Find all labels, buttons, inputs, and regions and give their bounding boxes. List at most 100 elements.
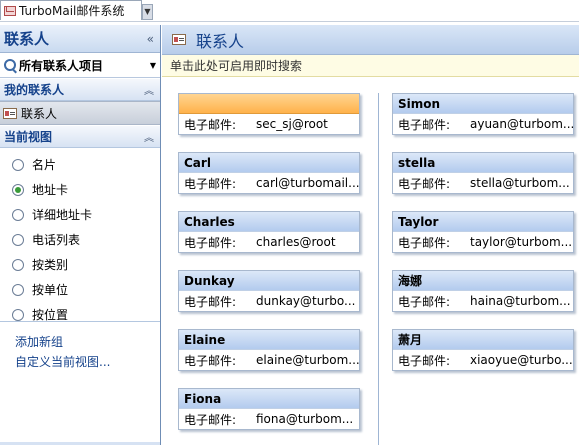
view-option[interactable]: 地址卡 <box>0 177 160 202</box>
view-option[interactable]: 详细地址卡 <box>0 202 160 227</box>
contact-card[interactable]: stella 电子邮件: stella@turbom... <box>392 152 574 194</box>
sidebar-item-label: 联系人 <box>21 106 58 121</box>
view-option-label: 名片 <box>32 158 57 172</box>
email-value: stella@turbom... <box>470 176 570 190</box>
chevron-up-icon[interactable]: ︽ <box>144 82 154 97</box>
app-tab[interactable]: TurboMail邮件系统 <box>0 0 142 20</box>
navigation-pane-header: 联系人 « <box>0 25 160 53</box>
contact-name[interactable] <box>179 94 359 114</box>
current-view-title: 当前视图 <box>4 130 53 144</box>
contact-email-row: 电子邮件: taylor@turbom... <box>393 232 573 252</box>
contact-card[interactable]: Taylor 电子邮件: taylor@turbom... <box>392 211 574 253</box>
title-tab-bar: TurboMail邮件系统 ▼ <box>0 0 579 22</box>
contact-name[interactable]: Carl <box>179 153 359 173</box>
radio-button[interactable] <box>12 233 24 246</box>
email-label: 电子邮件: <box>398 353 451 368</box>
view-list: 名片 地址卡 详细地址卡 电话列表 按类别 按单位 按位置 <box>0 148 160 322</box>
contact-card[interactable]: 海娜电子邮件: haina@turbom... <box>392 270 574 312</box>
email-value: dunkay@turbo... <box>256 294 356 308</box>
contacts-pane: 联系人 单击此处可启用即时搜索 电子邮件: sec_sj@root Carl 电子邮件… <box>162 25 579 445</box>
email-label: 电子邮件: <box>398 176 451 191</box>
view-option[interactable]: 按类别 <box>0 252 160 277</box>
page-title: 联系人 <box>196 31 245 51</box>
my-contacts-title: 我的联系人 <box>4 83 65 97</box>
contact-card[interactable]: 萧月电子邮件: xiaoyue@turbo... <box>392 329 574 371</box>
contact-email-row: 电子邮件: xiaoyue@turbo... <box>393 350 573 370</box>
contact-email-row: 电子邮件: sec_sj@root <box>179 114 359 134</box>
address-card-view: 电子邮件: sec_sj@root Carl 电子邮件: carl@turbomail.… <box>162 78 579 445</box>
view-option-label: 详细地址卡 <box>32 208 93 222</box>
pane-header: 联系人 <box>162 25 579 55</box>
my-contacts-section-header[interactable]: 我的联系人 ︽ <box>0 78 160 101</box>
view-option-label: 按类别 <box>32 258 69 272</box>
contact-email-row: 电子邮件: stella@turbom... <box>393 173 573 193</box>
collapse-pane-icon[interactable]: « <box>147 32 154 46</box>
radio-button[interactable] <box>12 183 24 196</box>
contact-name[interactable]: Dunkay <box>179 271 359 291</box>
view-option[interactable]: 电话列表 <box>0 227 160 252</box>
contact-card[interactable]: Fiona 电子邮件: fiona@turbom... <box>178 388 360 430</box>
email-label: 电子邮件: <box>398 294 451 309</box>
radio-button[interactable] <box>12 258 24 271</box>
contact-name[interactable]: Fiona <box>179 389 359 409</box>
contact-email-row: 电子邮件: charles@root <box>179 232 359 252</box>
email-label: 电子邮件: <box>184 412 237 427</box>
email-label: 电子邮件: <box>184 353 237 368</box>
contact-email-row: 电子邮件: carl@turbomail... <box>179 173 359 193</box>
view-option-label: 电话列表 <box>32 233 81 247</box>
contact-name[interactable]: stella <box>393 153 573 173</box>
contact-name[interactable]: Simon <box>393 94 573 114</box>
contact-card[interactable]: Carl 电子邮件: carl@turbomail... <box>178 152 360 194</box>
view-option[interactable]: 名片 <box>0 152 160 177</box>
email-label: 电子邮件: <box>398 235 451 250</box>
email-value: taylor@turbom... <box>470 235 573 249</box>
email-value: carl@turbomail... <box>256 176 359 190</box>
column-divider[interactable] <box>378 93 380 445</box>
add-new-group-link[interactable]: 添加新组 <box>0 332 160 352</box>
mail-icon <box>4 5 16 16</box>
radio-button[interactable] <box>12 308 24 321</box>
contact-name[interactable]: Elaine <box>179 330 359 350</box>
email-value: xiaoyue@turbo... <box>470 353 573 367</box>
radio-button[interactable] <box>12 208 24 221</box>
contact-email-row: 电子邮件: haina@turbom... <box>393 291 573 311</box>
contact-card-icon <box>3 107 17 119</box>
email-value: fiona@turbom... <box>256 412 354 426</box>
email-value: haina@turbom... <box>470 294 571 308</box>
sidebar-links: 添加新组 自定义当前视图... <box>0 322 160 442</box>
view-option-label: 按单位 <box>32 283 69 297</box>
view-option[interactable]: 按单位 <box>0 277 160 302</box>
contact-email-row: 电子邮件: elaine@turbom... <box>179 350 359 370</box>
contact-card[interactable]: Elaine 电子邮件: elaine@turbom... <box>178 329 360 371</box>
contact-name[interactable]: Charles <box>179 212 359 232</box>
contact-card[interactable]: Charles 电子邮件: charles@root <box>178 211 360 253</box>
radio-button[interactable] <box>12 158 24 171</box>
chevron-down-icon[interactable]: ▼ <box>142 4 153 20</box>
contact-card[interactable]: 电子邮件: sec_sj@root <box>178 93 360 135</box>
contact-email-row: 电子邮件: fiona@turbom... <box>179 409 359 429</box>
scope-dropdown[interactable]: 所有联系人项目 ▼ <box>0 53 160 78</box>
navigation-pane: 联系人 « 所有联系人项目 ▼ 我的联系人 ︽ 联系人 当前视图 ︽ 名片地址卡… <box>0 25 161 445</box>
chevron-down-icon[interactable]: ▼ <box>150 61 156 70</box>
contact-email-row: 电子邮件: ayuan@turbom... <box>393 114 573 134</box>
radio-button[interactable] <box>12 283 24 296</box>
contact-card[interactable]: Dunkay 电子邮件: dunkay@turbo... <box>178 270 360 312</box>
contact-name[interactable]: 海娜 <box>393 271 573 291</box>
email-label: 电子邮件: <box>184 176 237 191</box>
search-icon <box>4 59 16 71</box>
current-view-section-header[interactable]: 当前视图 ︽ <box>0 125 160 148</box>
email-value: elaine@turbom... <box>256 353 359 367</box>
contact-card-icon <box>172 34 186 45</box>
contact-card[interactable]: Simon 电子邮件: ayuan@turbom... <box>392 93 574 135</box>
contact-name[interactable]: Taylor <box>393 212 573 232</box>
email-label: 电子邮件: <box>184 235 237 250</box>
email-value: ayuan@turbom... <box>470 117 573 131</box>
sidebar-item-contacts[interactable]: 联系人 <box>0 101 160 125</box>
contact-email-row: 电子邮件: dunkay@turbo... <box>179 291 359 311</box>
email-label: 电子邮件: <box>184 294 237 309</box>
customize-view-link[interactable]: 自定义当前视图... <box>0 352 160 372</box>
instant-search-bar[interactable]: 单击此处可启用即时搜索 <box>162 55 579 77</box>
email-value: sec_sj@root <box>256 117 328 131</box>
chevron-up-icon[interactable]: ︽ <box>144 129 154 144</box>
contact-name[interactable]: 萧月 <box>393 330 573 350</box>
